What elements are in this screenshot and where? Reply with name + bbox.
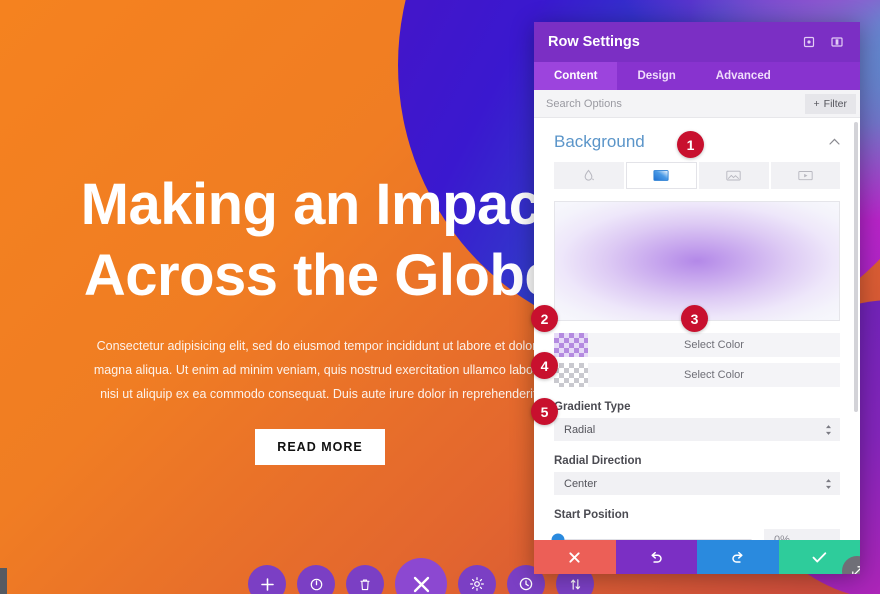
start-position-knob[interactable]: [551, 533, 565, 540]
fullscreen-icon[interactable]: [798, 31, 820, 53]
dock-panel-icon[interactable]: [826, 31, 848, 53]
tab-content[interactable]: Content: [534, 62, 618, 90]
modal-tabs: Content Design Advanced: [534, 62, 860, 90]
gradient-end-swatch[interactable]: [554, 363, 588, 387]
annotation-badge-4: 4: [531, 352, 558, 379]
chevron-updown-icon: [825, 478, 832, 489]
undo-button[interactable]: [615, 540, 697, 574]
annotation-badge-1: 1: [677, 131, 704, 158]
modal-footer: [534, 540, 860, 574]
close-icon: [569, 551, 580, 563]
plus-icon: +: [813, 97, 820, 110]
paint-drop-icon: [584, 169, 595, 181]
close-icon: [413, 576, 429, 592]
background-color-tab[interactable]: [554, 162, 624, 189]
modal-header: Row Settings: [534, 22, 860, 62]
background-type-tabs: [554, 162, 840, 189]
chevron-updown-glyph: [826, 424, 831, 435]
gradient-start-color-row: Select Color: [554, 333, 840, 357]
modal-title: Row Settings: [548, 34, 640, 50]
clock-icon: [519, 577, 533, 591]
radial-direction-label: Radial Direction: [554, 455, 642, 467]
row-settings-modal: Row Settings Content Design Advanced + F…: [534, 22, 860, 574]
gradient-start-select-color[interactable]: Select Color: [588, 333, 840, 357]
start-position-slider-row: 0%: [551, 529, 840, 540]
redo-icon: [732, 551, 743, 563]
chevron-updown-icon: [825, 424, 832, 435]
start-position-track[interactable]: [551, 533, 752, 540]
chevron-up-glyph: [829, 138, 840, 145]
gradient-preview[interactable]: [554, 201, 840, 321]
search-input[interactable]: [546, 97, 805, 110]
chevron-updown-glyph: [826, 478, 831, 489]
radial-direction-select[interactable]: Center: [554, 472, 840, 495]
hero-paragraph: Consectetur adipisicing elit, sed do eiu…: [93, 338, 547, 402]
filter-button-label: Filter: [823, 97, 847, 110]
modal-scrollbar[interactable]: [854, 122, 858, 412]
gradient-end-select-color[interactable]: Select Color: [588, 363, 840, 387]
read-more-button[interactable]: READ MORE: [255, 428, 385, 465]
gradient-icon: [653, 170, 669, 181]
builder-left-tab[interactable]: [0, 568, 7, 594]
dock-panel-glyph: [831, 37, 843, 47]
annotation-badge-5: 5: [531, 398, 558, 425]
sort-arrows-icon: [570, 578, 580, 590]
background-video-tab[interactable]: [770, 162, 840, 189]
settings-button[interactable]: [458, 565, 496, 594]
gradient-end-color-row: Select Color: [554, 363, 840, 387]
undo-icon: [651, 551, 662, 563]
tab-advanced[interactable]: Advanced: [696, 62, 791, 90]
gradient-type-label: Gradient Type: [554, 401, 631, 413]
annotation-badge-2: 2: [531, 305, 558, 332]
image-icon: [726, 170, 741, 181]
power-icon: [310, 578, 322, 590]
trash-icon: [360, 578, 370, 590]
gear-icon: [470, 577, 484, 591]
chevron-up-icon[interactable]: [829, 136, 840, 148]
search-bar: + Filter: [534, 90, 860, 118]
redo-button[interactable]: [697, 540, 779, 574]
background-gradient-tab[interactable]: [625, 162, 697, 189]
tab-design[interactable]: Design: [617, 62, 695, 90]
video-icon: [798, 171, 813, 181]
section-title: Background: [554, 132, 645, 151]
plus-icon: [260, 577, 274, 591]
filter-button[interactable]: + Filter: [804, 93, 856, 114]
resize-diagonal-glyph: [851, 565, 860, 574]
add-section-button[interactable]: [248, 565, 286, 594]
gradient-type-select[interactable]: Radial: [554, 418, 840, 441]
annotation-badge-3: 3: [681, 305, 708, 332]
fullscreen-glyph: [803, 36, 815, 48]
cancel-button[interactable]: [534, 540, 616, 574]
toggle-wireframe-button[interactable]: [297, 565, 335, 594]
close-builder-button[interactable]: [395, 558, 447, 594]
background-image-tab[interactable]: [699, 162, 769, 189]
radial-direction-value: Center: [564, 477, 598, 490]
delete-button[interactable]: [346, 565, 384, 594]
gradient-start-swatch[interactable]: [554, 333, 588, 357]
check-icon: [812, 551, 826, 562]
gradient-type-value: Radial: [564, 423, 596, 436]
start-position-label: Start Position: [554, 509, 629, 521]
start-position-value[interactable]: 0%: [764, 529, 840, 540]
